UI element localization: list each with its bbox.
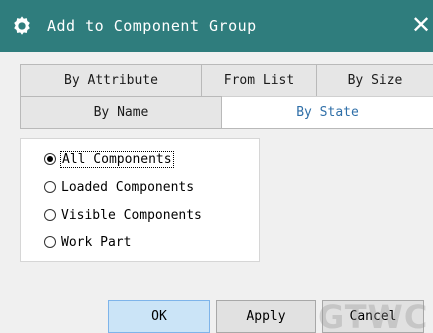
gear-icon (14, 16, 30, 35)
title-bar: Add to Component Group ✕ (0, 0, 433, 52)
tab-row-2: By Name By State (20, 96, 433, 128)
option-work-part[interactable]: Work Part (44, 232, 131, 252)
radio-icon[interactable] (44, 209, 56, 221)
cancel-button[interactable]: Cancel (322, 300, 424, 333)
apply-button[interactable]: Apply (216, 300, 316, 333)
radio-icon[interactable] (44, 181, 56, 193)
option-label: Visible Components (61, 207, 202, 223)
option-label: Loaded Components (61, 179, 195, 195)
tab-by-attribute[interactable]: By Attribute (20, 64, 202, 96)
state-options-group: All Components Loaded Components Visible… (20, 138, 260, 262)
option-visible-components[interactable]: Visible Components (44, 205, 202, 225)
tab-by-state[interactable]: By State (222, 96, 433, 128)
option-loaded-components[interactable]: Loaded Components (44, 177, 194, 197)
close-icon[interactable]: ✕ (411, 11, 433, 39)
radio-icon[interactable] (44, 236, 56, 248)
radio-selected-icon[interactable] (44, 153, 56, 165)
tab-row-1: By Attribute From List By Size (20, 64, 433, 96)
ok-button[interactable]: OK (108, 300, 210, 333)
option-all-components[interactable]: All Components (44, 149, 174, 169)
tab-by-name[interactable]: By Name (20, 96, 222, 128)
option-label: All Components (60, 150, 174, 168)
option-label: Work Part (61, 234, 132, 250)
dialog-title: Add to Component Group (47, 17, 257, 35)
tab-from-list[interactable]: From List (202, 64, 317, 96)
tab-by-size[interactable]: By Size (317, 64, 433, 96)
